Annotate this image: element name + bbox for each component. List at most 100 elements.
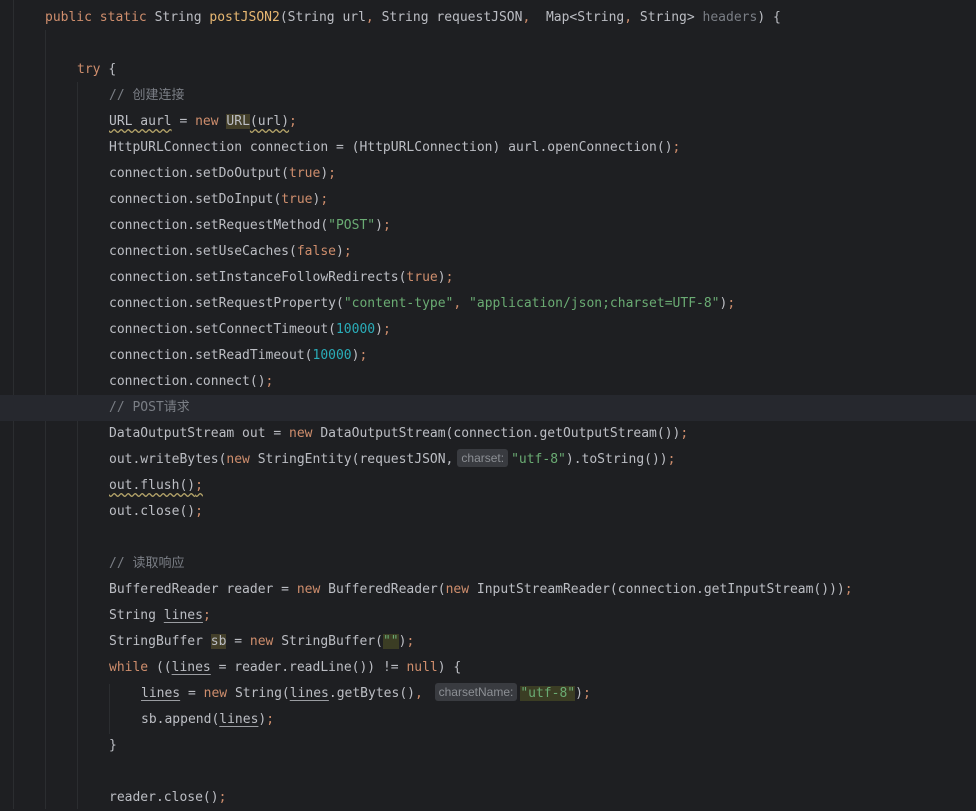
code-token: new xyxy=(445,582,477,597)
code-line[interactable] xyxy=(0,31,976,57)
code-line[interactable]: HttpURLConnection connection = (HttpURLC… xyxy=(0,135,976,161)
code-token: public static xyxy=(45,10,155,25)
code-token: ; xyxy=(382,218,391,233)
code-token: ) xyxy=(335,244,344,259)
code-text: BufferedReader reader = new BufferedRead… xyxy=(109,577,853,603)
code-token: ; xyxy=(445,270,454,285)
code-token: out.close() xyxy=(109,504,196,519)
code-token: ; xyxy=(218,790,227,805)
code-line[interactable]: out.close(); xyxy=(0,499,976,525)
code-text: try { xyxy=(77,57,116,83)
code-token: HttpURLConnection connection = (HttpURLC… xyxy=(109,140,673,155)
code-text: // 创建连接 xyxy=(109,83,184,109)
code-line[interactable]: connection.setInstanceFollowRedirects(tr… xyxy=(0,265,976,291)
code-line[interactable]: out.writeBytes(new StringEntity(requestJ… xyxy=(0,447,976,473)
code-text: connection.setConnectTimeout(10000); xyxy=(109,317,391,343)
code-line[interactable]: lines = new String(lines.getBytes(), cha… xyxy=(0,681,976,707)
parameter-hint: charsetName: xyxy=(434,683,518,701)
code-line[interactable]: connection.setDoOutput(true); xyxy=(0,161,976,187)
code-token: ; xyxy=(582,686,591,701)
code-text: lines = new String(lines.getBytes(), cha… xyxy=(141,681,591,707)
code-line[interactable]: connection.connect(); xyxy=(0,369,976,395)
code-token: lines xyxy=(289,686,329,701)
code-token: BufferedReader( xyxy=(328,582,446,597)
code-token: out.writeBytes( xyxy=(109,452,227,467)
code-line[interactable]: reader.close(); xyxy=(0,785,976,811)
code-line[interactable] xyxy=(0,525,976,551)
code-token: String xyxy=(109,608,164,623)
code-token: "content-type" xyxy=(343,296,454,311)
code-token: connection.setConnectTimeout( xyxy=(109,322,336,337)
code-token: connection.setRequestProperty( xyxy=(109,296,344,311)
code-token: = reader.readLine()) != xyxy=(210,660,407,675)
code-token: ; xyxy=(382,322,391,337)
code-line[interactable]: public static String postJSON2(String ur… xyxy=(0,5,976,31)
code-token: , xyxy=(624,10,640,25)
code-token: (String url xyxy=(279,10,366,25)
code-token: connection.connect() xyxy=(109,374,266,389)
code-token: // POST请求 xyxy=(109,400,190,415)
code-line[interactable]: connection.setConnectTimeout(10000); xyxy=(0,317,976,343)
code-token: ; xyxy=(343,244,352,259)
code-text: connection.setDoOutput(true); xyxy=(109,161,336,187)
code-token: headers xyxy=(702,10,758,25)
code-comment-line[interactable]: // POST请求 xyxy=(0,395,976,421)
code-token: ; xyxy=(672,140,681,155)
code-token: ; xyxy=(195,504,203,519)
code-text: connection.setReadTimeout(10000); xyxy=(109,343,367,369)
code-line[interactable]: out.flush(); xyxy=(0,473,976,499)
code-text: // 读取响应 xyxy=(109,551,184,577)
code-token: connection.setReadTimeout( xyxy=(109,348,313,363)
code-text: connection.setDoInput(true); xyxy=(109,187,328,213)
code-text: connection.setRequestProperty("content-t… xyxy=(109,291,735,317)
code-token: .getBytes() xyxy=(328,686,415,701)
code-token: lines xyxy=(219,712,259,727)
code-text: connection.setUseCaches(false); xyxy=(109,239,352,265)
code-token: connection.setInstanceFollowRedirects( xyxy=(109,270,407,285)
code-line[interactable]: connection.setUseCaches(false); xyxy=(0,239,976,265)
code-token: "" xyxy=(382,634,399,649)
code-line[interactable]: try { xyxy=(0,57,976,83)
code-line[interactable]: connection.setRequestProperty("content-t… xyxy=(0,291,976,317)
code-line[interactable]: while ((lines = reader.readLine()) != nu… xyxy=(0,655,976,681)
code-token: String( xyxy=(234,686,290,701)
code-token: // 创建连接 xyxy=(109,88,185,103)
code-token: 10000 xyxy=(335,322,376,337)
code-token: ; xyxy=(844,582,853,597)
code-token: URL aurl xyxy=(109,114,172,129)
code-token: null xyxy=(406,660,438,675)
code-text: StringBuffer sb = new StringBuffer(""); xyxy=(109,629,414,655)
code-token: new xyxy=(195,114,227,129)
code-line[interactable]: String lines; xyxy=(0,603,976,629)
code-text: connection.setRequestMethod("POST"); xyxy=(109,213,391,239)
code-line[interactable]: sb.append(lines); xyxy=(0,707,976,733)
code-token: true xyxy=(406,270,438,285)
code-token: ) xyxy=(437,270,446,285)
code-comment-line[interactable]: // 创建连接 xyxy=(0,83,976,109)
code-line[interactable]: URL aurl = new URL(url); xyxy=(0,109,976,135)
code-editor[interactable]: public static String postJSON2(String ur… xyxy=(0,0,976,809)
code-line[interactable]: StringBuffer sb = new StringBuffer(""); xyxy=(0,629,976,655)
code-text: connection.setInstanceFollowRedirects(tr… xyxy=(109,265,453,291)
code-comment-line[interactable]: // 读取响应 xyxy=(0,551,976,577)
code-line[interactable]: connection.setDoInput(true); xyxy=(0,187,976,213)
code-line[interactable]: } xyxy=(0,733,976,759)
code-line[interactable]: BufferedReader reader = new BufferedRead… xyxy=(0,577,976,603)
code-line[interactable]: connection.setRequestMethod("POST"); xyxy=(0,213,976,239)
code-line[interactable]: DataOutputStream out = new DataOutputStr… xyxy=(0,421,976,447)
code-token: false xyxy=(296,244,336,259)
code-token: , xyxy=(453,296,470,311)
code-token: ; xyxy=(406,634,415,649)
code-text: URL aurl = new URL(url); xyxy=(109,109,297,135)
code-token: ) xyxy=(320,166,329,181)
code-line[interactable]: connection.setReadTimeout(10000); xyxy=(0,343,976,369)
code-token: new xyxy=(226,452,258,467)
code-line[interactable] xyxy=(0,759,976,785)
code-token: ) xyxy=(375,218,383,233)
code-token: = xyxy=(180,686,204,701)
code-token: , xyxy=(365,10,382,25)
code-token: // 读取响应 xyxy=(109,556,185,571)
code-token: , xyxy=(522,10,546,25)
code-token: lines xyxy=(171,660,211,675)
code-token: sb.append( xyxy=(141,712,220,727)
